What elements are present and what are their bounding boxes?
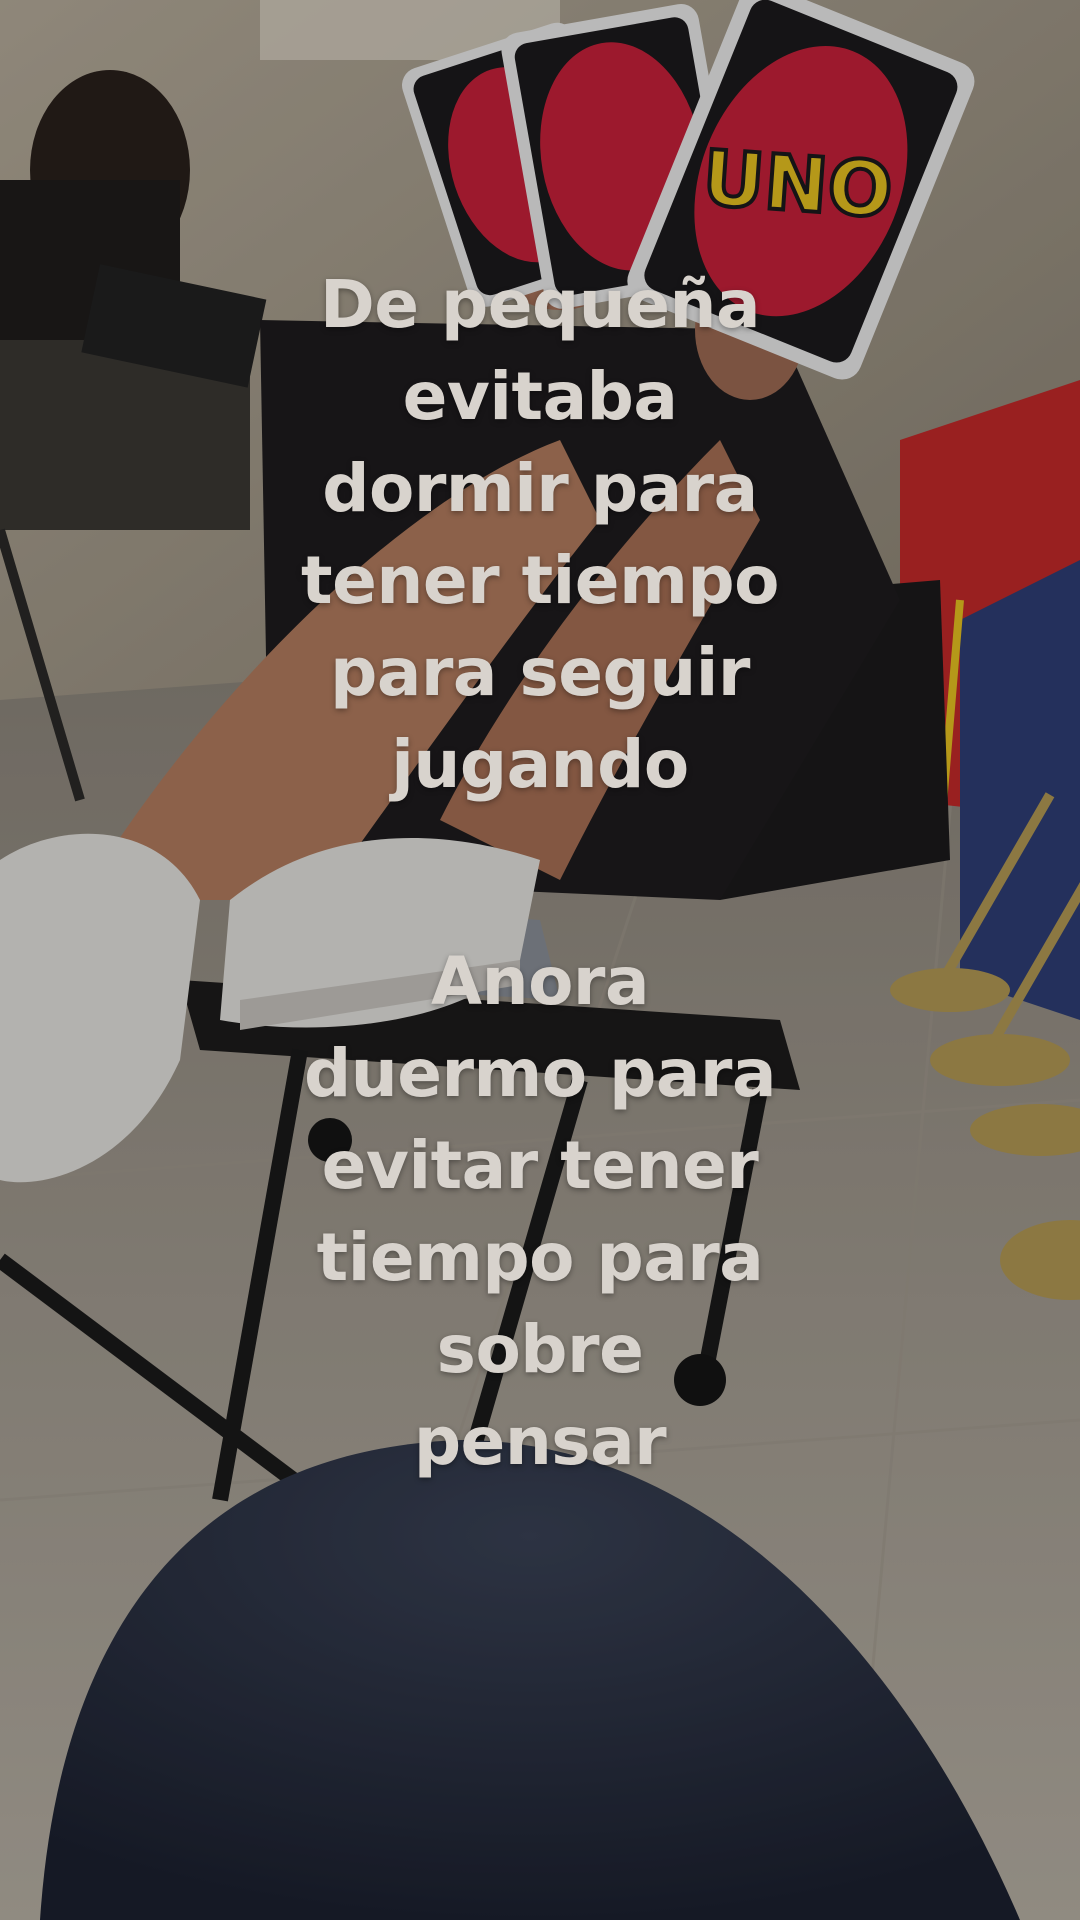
caption-line: duermo para [303,1035,777,1112]
caption-childhood: De pequeña evitaba dormir para tener tie… [190,259,890,811]
caption-line: evitar tener [321,1127,759,1204]
caption-line: dormir para [322,450,758,527]
caption-line: De pequeña [319,266,761,343]
caption-line: tiempo para [316,1219,764,1296]
caption-line: tener tiempo [301,542,779,619]
caption-line: Anora [431,943,650,1020]
caption-line: jugando [391,726,689,803]
caption-line: para seguir [330,634,750,711]
caption-now: Anora duermo para evitar tener tiempo pa… [190,936,890,1488]
caption-line: evitaba [402,358,678,435]
caption-line: pensar [413,1403,667,1480]
tiktok-photo-frame: UNO De pequeña evitaba dormir para tener… [0,0,1080,1920]
caption-line: sobre [436,1311,644,1388]
